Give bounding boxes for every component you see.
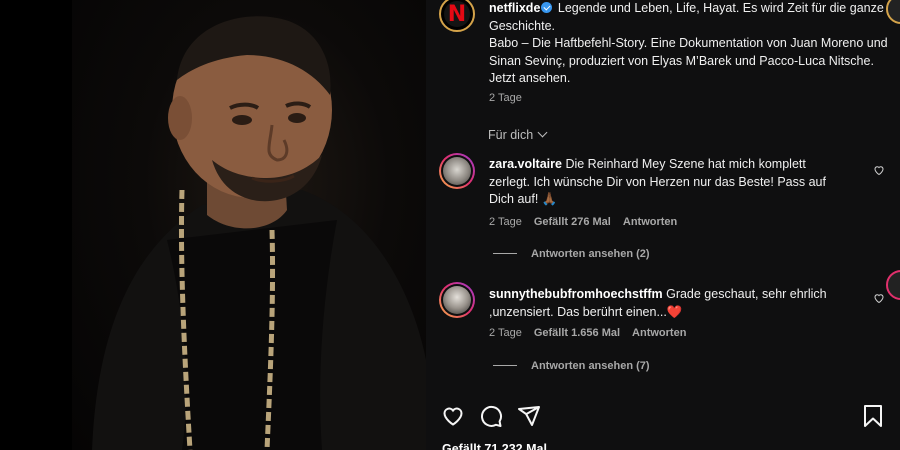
share-icon[interactable] (517, 404, 541, 428)
comment-avatar[interactable] (439, 282, 475, 318)
replies-divider (493, 253, 517, 254)
view-replies-button[interactable]: Antworten ansehen (2) (493, 248, 650, 260)
post-meta: 2 Tage (489, 92, 534, 104)
replies-divider (493, 365, 517, 366)
post-caption: netflixde Legende und Leben, Life, Hayat… (489, 0, 889, 88)
heart-icon[interactable] (441, 404, 465, 428)
verified-icon (541, 2, 553, 13)
comment-avatar[interactable] (439, 153, 475, 189)
comment-likes[interactable]: Gefällt 276 Mal (534, 216, 611, 228)
portrait-illustration (92, 16, 426, 450)
post-media[interactable] (0, 0, 426, 450)
chevron-down-icon (537, 127, 548, 138)
view-replies-button[interactable]: Antworten ansehen (7) (493, 360, 650, 372)
comment-body: zara.voltaire Die Reinhard Mey Szene hat… (489, 156, 849, 209)
view-replies-label: Antworten ansehen (2) (531, 248, 650, 260)
comment-filter-dropdown[interactable]: Für dich (488, 127, 548, 142)
like-comment-icon[interactable] (873, 164, 885, 176)
comment-username[interactable]: sunnythebubfromhoechstffm (489, 287, 663, 301)
bookmark-icon[interactable] (862, 404, 884, 428)
post-age[interactable]: 2 Tage (489, 92, 522, 104)
comment-age[interactable]: 2 Tage (489, 216, 522, 228)
comment-meta: 2 Tage Gefällt 276 Mal Antworten (489, 216, 689, 228)
filter-label: Für dich (488, 128, 534, 142)
like-comment-icon[interactable] (873, 292, 885, 304)
post-likes[interactable]: Gefällt 71.232 Mal (442, 442, 547, 450)
heart-emoji: ❤️ (666, 304, 683, 319)
reply-button[interactable]: Antworten (632, 327, 686, 339)
view-replies-label: Antworten ansehen (7) (531, 360, 650, 372)
comment-username[interactable]: zara.voltaire (489, 157, 562, 171)
comment-likes[interactable]: Gefällt 1.656 Mal (534, 327, 620, 339)
post-username[interactable]: netflixde (489, 1, 540, 15)
reply-button[interactable]: Antworten (623, 216, 677, 228)
comment-body: sunnythebubfromhoechstffm Grade geschaut… (489, 286, 849, 321)
netflix-logo: N (447, 1, 467, 27)
post-image (72, 0, 426, 450)
comment-meta: 2 Tage Gefällt 1.656 Mal Antworten (489, 327, 698, 339)
caption-second: Babo – Die Haftbefehl-Story. Eine Dokume… (489, 36, 888, 85)
comment-icon[interactable] (479, 404, 503, 428)
comment-age[interactable]: 2 Tage (489, 327, 522, 339)
